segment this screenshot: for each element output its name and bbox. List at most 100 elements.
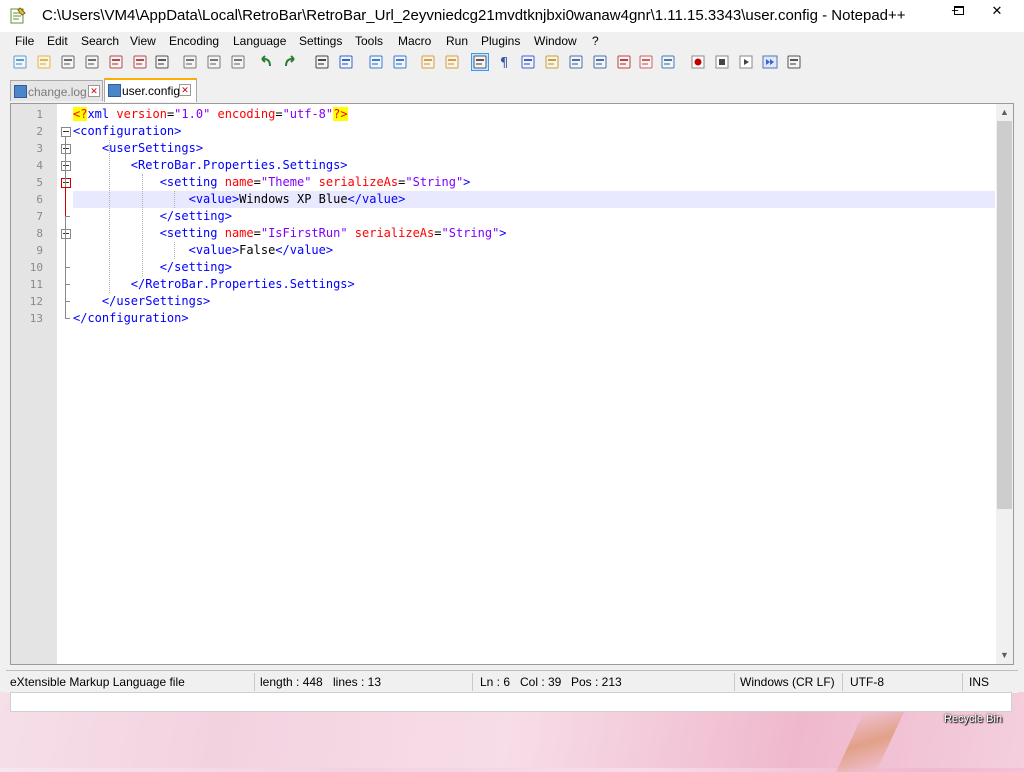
- code-token: </value>: [347, 192, 406, 206]
- stop-record-icon[interactable]: [714, 54, 730, 70]
- code-line[interactable]: <setting name="Theme" serializeAs="Strin…: [73, 174, 995, 191]
- find-icon[interactable]: [314, 54, 330, 70]
- doc-map-icon[interactable]: [568, 54, 584, 70]
- indent-guide-icon[interactable]: [520, 54, 536, 70]
- status-divider: [962, 673, 963, 691]
- code-line[interactable]: <?xml version="1.0" encoding="utf-8"?>: [73, 106, 995, 123]
- editor-pane[interactable]: 1 2 3 4 5 6 7 8 9 10 11 12 13 <?xml version="1.0" en…: [10, 103, 1014, 665]
- close-tab-icon[interactable]: ✕: [88, 85, 100, 97]
- line-number: 7: [36, 210, 43, 223]
- recycle-bin-label[interactable]: Recycle Bin: [944, 713, 1002, 725]
- save-all-icon[interactable]: [84, 54, 100, 70]
- code-line[interactable]: </configuration>: [73, 310, 995, 327]
- code-token: <configuration>: [73, 124, 182, 138]
- function-list-icon[interactable]: [616, 54, 632, 70]
- paste-icon[interactable]: [230, 54, 246, 70]
- vertical-scrollbar[interactable]: ▲ ▼: [996, 104, 1013, 664]
- tab-change-log[interactable]: change.log ✕: [10, 80, 103, 101]
- close-all-icon[interactable]: [132, 54, 148, 70]
- code-token: >: [463, 175, 471, 189]
- open-file-icon[interactable]: [36, 54, 52, 70]
- undo-icon[interactable]: [258, 54, 274, 70]
- indent-guide: [109, 140, 111, 293]
- fold-toggle-icon[interactable]: [61, 161, 71, 171]
- menu-language[interactable]: Language: [233, 34, 286, 48]
- user-lang-icon[interactable]: [544, 54, 560, 70]
- code-line[interactable]: </setting>: [73, 208, 995, 225]
- scroll-up-icon[interactable]: ▲: [996, 104, 1013, 121]
- title-bar[interactable]: C:\Users\VM4\AppData\Local\RetroBar\Retr…: [0, 0, 1024, 32]
- menu-help[interactable]: ?: [592, 34, 599, 48]
- menu-edit[interactable]: Edit: [47, 34, 68, 48]
- menu-tools[interactable]: Tools: [355, 34, 383, 48]
- sync-vertical-icon[interactable]: [420, 54, 436, 70]
- scroll-down-icon[interactable]: ▼: [996, 647, 1013, 664]
- status-eol[interactable]: Windows (CR LF): [740, 675, 835, 689]
- fold-toggle-icon[interactable]: [61, 178, 71, 188]
- fold-toggle-icon[interactable]: [61, 229, 71, 239]
- show-all-chars-icon[interactable]: ¶: [496, 54, 512, 71]
- replace-icon[interactable]: [338, 54, 354, 70]
- save-icon[interactable]: [60, 54, 76, 70]
- record-macro-icon[interactable]: [690, 54, 706, 70]
- maximize-button[interactable]: [946, 2, 972, 20]
- menu-macro[interactable]: Macro: [398, 34, 431, 48]
- monitoring-icon[interactable]: [660, 54, 676, 70]
- code-token: =: [434, 226, 442, 240]
- tab-label: change.log: [28, 85, 87, 99]
- zoom-in-icon[interactable]: [368, 54, 384, 70]
- menu-view[interactable]: View: [130, 34, 156, 48]
- zoom-out-icon[interactable]: [392, 54, 408, 70]
- code-token: <setting: [159, 175, 218, 189]
- status-insert-mode[interactable]: INS: [969, 675, 989, 689]
- status-encoding[interactable]: UTF-8: [850, 675, 884, 689]
- fold-toggle-icon[interactable]: [61, 144, 71, 154]
- sync-horizontal-icon[interactable]: [444, 54, 460, 70]
- new-file-icon[interactable]: [12, 54, 28, 70]
- code-line[interactable]: <userSettings>: [73, 140, 995, 157]
- status-divider: [254, 673, 255, 691]
- line-number: 11: [29, 278, 43, 291]
- code-token: =: [253, 226, 261, 240]
- code-line[interactable]: </userSettings>: [73, 293, 995, 310]
- menu-encoding[interactable]: Encoding: [169, 34, 219, 48]
- code-token: </value>: [275, 243, 334, 257]
- tab-user-config[interactable]: user.config ✕: [104, 78, 197, 102]
- word-wrap-icon[interactable]: [471, 53, 489, 71]
- fold-toggle-icon[interactable]: [61, 127, 71, 137]
- close-window-button[interactable]: ✕: [984, 2, 1010, 20]
- menu-run[interactable]: Run: [446, 34, 468, 48]
- code-token: "utf-8": [282, 107, 334, 121]
- current-line[interactable]: <value>Windows XP Blue</value>: [73, 191, 995, 208]
- fold-margin[interactable]: [57, 104, 73, 664]
- folder-workspace-icon[interactable]: [638, 54, 654, 70]
- code-token: </setting>: [159, 209, 232, 223]
- play-macro-icon[interactable]: [738, 54, 754, 70]
- code-line[interactable]: </RetroBar.Properties.Settings>: [73, 276, 995, 293]
- code-token: <userSettings>: [101, 141, 204, 155]
- code-line[interactable]: <configuration>: [73, 123, 995, 140]
- copy-icon[interactable]: [206, 54, 222, 70]
- menu-file[interactable]: File: [15, 34, 34, 48]
- desktop-wallpaper-streak: [836, 712, 904, 772]
- scroll-thumb[interactable]: [997, 121, 1012, 509]
- print-icon[interactable]: [154, 54, 170, 70]
- window-title: C:\Users\VM4\AppData\Local\RetroBar\Retr…: [42, 7, 906, 24]
- menu-settings[interactable]: Settings: [299, 34, 342, 48]
- save-macro-icon[interactable]: [786, 54, 802, 70]
- code-line[interactable]: <value>False</value>: [73, 242, 995, 259]
- run-macro-multiple-icon[interactable]: [762, 54, 778, 70]
- doc-list-icon[interactable]: [592, 54, 608, 70]
- menu-window[interactable]: Window: [534, 34, 577, 48]
- close-tab-icon[interactable]: ✕: [179, 84, 191, 96]
- close-icon[interactable]: [108, 54, 124, 70]
- code-line[interactable]: <RetroBar.Properties.Settings>: [73, 157, 995, 174]
- status-line: Ln : 6: [480, 675, 511, 689]
- menu-search[interactable]: Search: [81, 34, 119, 48]
- code-line[interactable]: <setting name="IsFirstRun" serializeAs="…: [73, 225, 995, 242]
- code-area[interactable]: <?xml version="1.0" encoding="utf-8"?> <c…: [73, 104, 995, 664]
- menu-plugins[interactable]: Plugins: [481, 34, 520, 48]
- redo-icon[interactable]: [282, 54, 298, 70]
- cut-icon[interactable]: [182, 54, 198, 70]
- code-line[interactable]: </setting>: [73, 259, 995, 276]
